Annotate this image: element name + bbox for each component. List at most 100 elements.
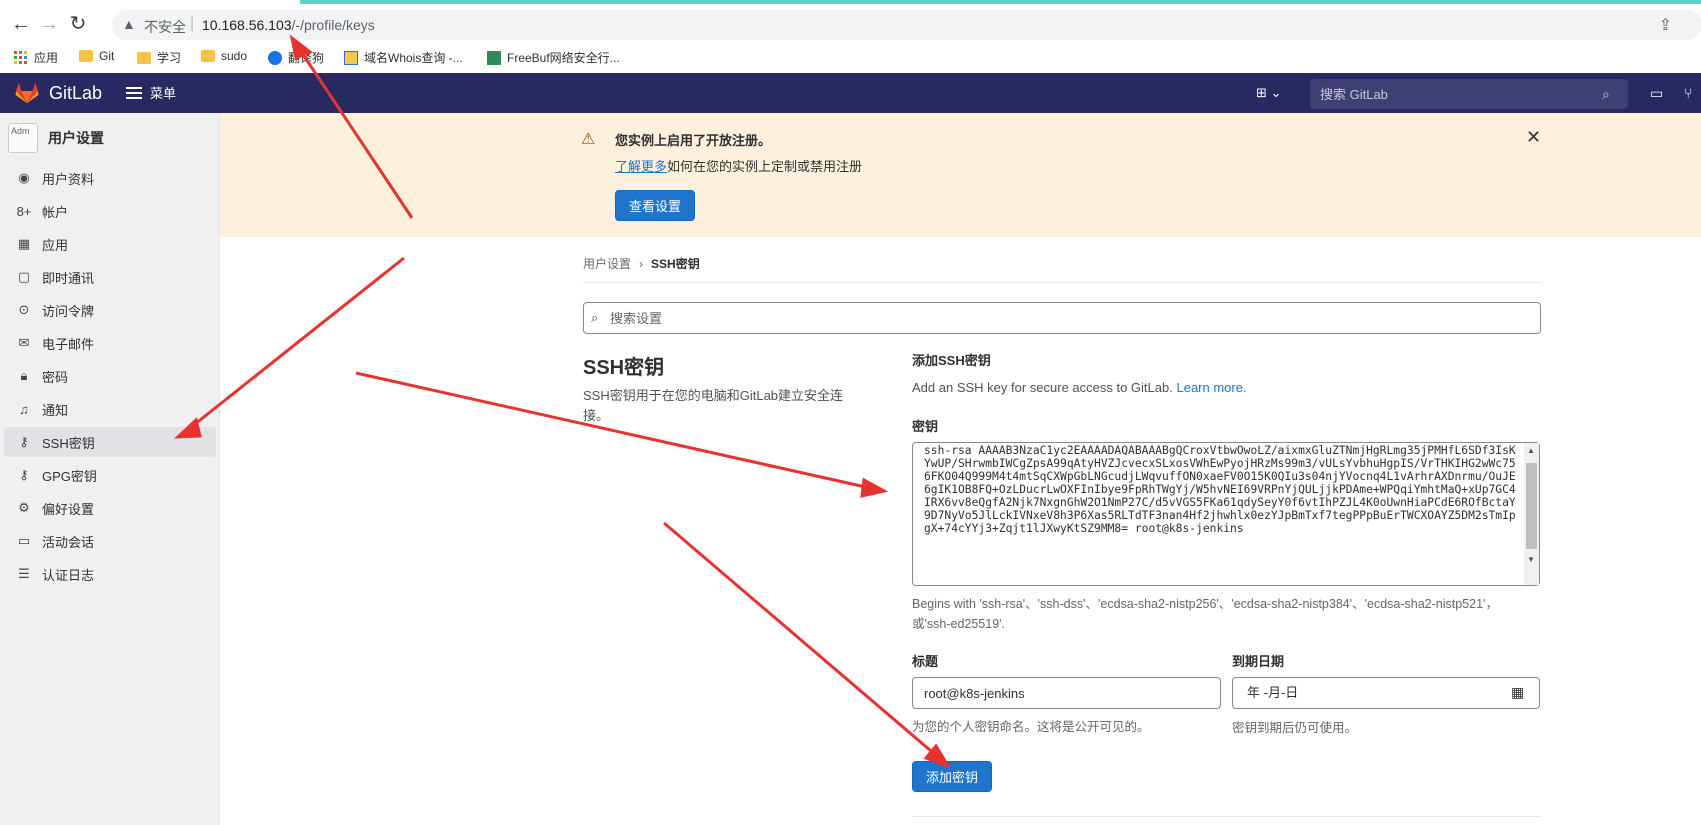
back-arrow-icon[interactable]: ← <box>10 13 32 35</box>
view-settings-button[interactable]: 查看设置 <box>615 190 695 221</box>
applications-icon: ▦ <box>17 236 31 251</box>
sidebar-item-password[interactable]: 🔒︎ 密码 <box>4 361 216 391</box>
reload-icon[interactable]: ↻ <box>67 13 89 35</box>
sidebar-item-label: 即时通讯 <box>42 270 95 286</box>
notifications-icon: ♫ <box>19 401 29 417</box>
sidebar-item-label: SSH密钥 <box>42 435 95 451</box>
add-key-button[interactable]: 添加密钥 <box>912 761 992 792</box>
avatar: Adm <box>8 123 38 153</box>
sidebar-item-gpg-keys[interactable]: ⚷ GPG密钥 <box>4 460 216 490</box>
key-label: 密钥 <box>912 419 939 434</box>
banner-title: 您实例上启用了开放注册。 <box>615 133 772 148</box>
sidebar-item-label: 用户资料 <box>42 171 95 187</box>
sidebar-item-ssh-keys[interactable]: ⚷ SSH密钥 <box>4 427 216 457</box>
url-text[interactable]: 10.168.56.103/-/profile/keys <box>202 17 375 33</box>
token-icon: ⊙ <box>18 302 30 317</box>
learn-more-link[interactable]: 了解更多 <box>615 159 667 174</box>
sidebar-item-chat[interactable]: ▢ 即时通讯 <box>4 262 216 292</box>
settings-search-input[interactable] <box>583 302 1541 334</box>
gitlab-logo-icon[interactable] <box>14 82 40 104</box>
forward-arrow-icon[interactable]: → <box>38 13 60 35</box>
bookmarks-bar: 应用 Git 学习 sudo 翻译狗 域名Whois查询 -... FreeBu… <box>0 42 1701 73</box>
sidebar-item-label: 电子邮件 <box>42 336 95 352</box>
share-icon[interactable]: ⇪ <box>1659 15 1672 35</box>
address-separator: | <box>190 15 195 32</box>
bookmark-apps[interactable]: 应用 <box>14 49 58 66</box>
sidebar-item-label: 应用 <box>42 237 69 253</box>
ssh-key-textarea[interactable]: ssh-rsa AAAAB3NzaC1yc2EAAAADAQABAAABgQCr… <box>912 442 1540 586</box>
expiration-hint: 密钥到期后仍可使用。 <box>1232 721 1358 735</box>
bookmark-favicon <box>268 50 282 65</box>
monitor-icon: ▭ <box>17 533 31 548</box>
bookmark-git[interactable]: Git <box>79 49 114 63</box>
key-title-input[interactable] <box>912 677 1221 709</box>
bookmark-label: 翻译狗 <box>288 51 325 65</box>
search-icon: ⌕ <box>591 310 599 325</box>
folder-icon <box>137 51 151 64</box>
bookmark-whois[interactable]: 域名Whois查询 -... <box>344 49 463 66</box>
divider <box>912 816 1541 817</box>
sidebar-item-notifications[interactable]: ♫ 通知 <box>4 394 216 424</box>
warning-triangle-icon[interactable]: ▲ <box>122 16 136 32</box>
bookmark-label: Git <box>99 49 115 63</box>
bookmark-favicon <box>487 50 501 65</box>
divider <box>583 282 1541 283</box>
add-ssh-key-heading: 添加SSH密钥 <box>912 353 991 368</box>
address-bar[interactable]: ▲ 不安全 | 10.168.56.103/-/profile/keys ⇪ <box>112 10 1701 40</box>
breadcrumb-parent[interactable]: 用户设置 <box>583 255 631 272</box>
gitlab-brand[interactable]: GitLab <box>49 83 102 104</box>
sidebar-item-preferences[interactable]: ⚙ 偏好设置 <box>4 493 216 523</box>
sidebar-item-emails[interactable]: ✉ 电子邮件 <box>4 328 216 358</box>
search-icon: ⌕ <box>1602 86 1610 102</box>
breadcrumb: 用户设置 › SSH密钥 <box>583 255 700 272</box>
calendar-icon[interactable]: ▦ <box>1511 684 1524 701</box>
banner-message: 了解更多如何在您的实例上定制或禁用注册 <box>615 156 862 175</box>
scrollbar-thumb[interactable] <box>1526 463 1537 549</box>
merge-requests-icon[interactable]: ⑂ <box>1684 85 1692 101</box>
sidebar-item-label: 活动会话 <box>42 534 95 550</box>
sidebar-item-profile[interactable]: ◉ 用户资料 <box>4 163 216 193</box>
lock-icon: 🔒︎ <box>20 368 28 383</box>
expiration-date-input[interactable]: 年 -月-日 <box>1232 677 1540 709</box>
bookmark-label: 域名Whois查询 -... <box>364 51 463 65</box>
annotation-arrowhead <box>860 477 889 498</box>
close-icon[interactable]: ✕ <box>1526 127 1541 148</box>
gitlab-search-input[interactable] <box>1310 79 1628 109</box>
title-hint: 为您的个人密钥命名。这将是公开可见的。 <box>912 720 1150 734</box>
sidebar-item-auth-log[interactable]: ☰ 认证日志 <box>4 559 216 589</box>
open-registration-banner: ⚠ 您实例上启用了开放注册。 了解更多如何在您的实例上定制或禁用注册 查看设置 … <box>220 113 1701 237</box>
page-title: SSH密钥 <box>583 357 665 379</box>
bookmark-sudo[interactable]: sudo <box>201 49 247 63</box>
scroll-down-icon[interactable]: ▼ <box>1527 555 1535 564</box>
bookmark-freebuf[interactable]: FreeBuf网络安全行... <box>487 49 620 66</box>
breadcrumb-current[interactable]: SSH密钥 <box>651 255 700 272</box>
scroll-up-icon[interactable]: ▲ <box>1527 446 1535 455</box>
account-icon: 8+ <box>16 203 32 219</box>
add-desc-text: Add an SSH key for secure access to GitL… <box>912 380 1173 395</box>
issues-icon[interactable]: ▭ <box>1650 85 1663 102</box>
sidebar-item-label: 帐户 <box>42 204 69 220</box>
sidebar-item-account[interactable]: 8+ 帐户 <box>4 196 216 226</box>
folder-icon <box>79 50 93 62</box>
key-format-hint: Begins with 'ssh-rsa'、'ssh-dss'、'ecdsa-s… <box>912 597 1498 631</box>
key-icon: ⚷ <box>19 434 29 449</box>
insecure-label[interactable]: 不安全 <box>144 17 186 37</box>
sidebar-item-label: 通知 <box>42 402 69 418</box>
apps-grid-icon <box>14 50 28 65</box>
menu-button[interactable]: 菜单 <box>126 83 176 102</box>
hamburger-icon <box>126 86 142 99</box>
log-icon: ☰ <box>18 566 30 581</box>
sidebar-item-access-tokens[interactable]: ⊙ 访问令牌 <box>4 295 216 325</box>
bookmark-label: 应用 <box>34 51 59 65</box>
sidebar-item-active-sessions[interactable]: ▭ 活动会话 <box>4 526 216 556</box>
sidebar-item-applications[interactable]: ▦ 应用 <box>4 229 216 259</box>
bookmark-label: 学习 <box>157 51 182 65</box>
new-dropdown-icon[interactable]: ⊞ ⌄ <box>1256 85 1281 101</box>
bookmark-fanyigou[interactable]: 翻译狗 <box>268 49 324 66</box>
sidebar-item-label: 访问令牌 <box>42 303 95 319</box>
sidebar-header[interactable]: Adm 用户设置 <box>8 123 104 153</box>
sidebar-item-label: 认证日志 <box>42 567 95 583</box>
bookmark-study[interactable]: 学习 <box>137 49 181 66</box>
sidebar-item-label: 偏好设置 <box>42 501 95 517</box>
learn-more-link[interactable]: Learn more. <box>1176 380 1246 395</box>
